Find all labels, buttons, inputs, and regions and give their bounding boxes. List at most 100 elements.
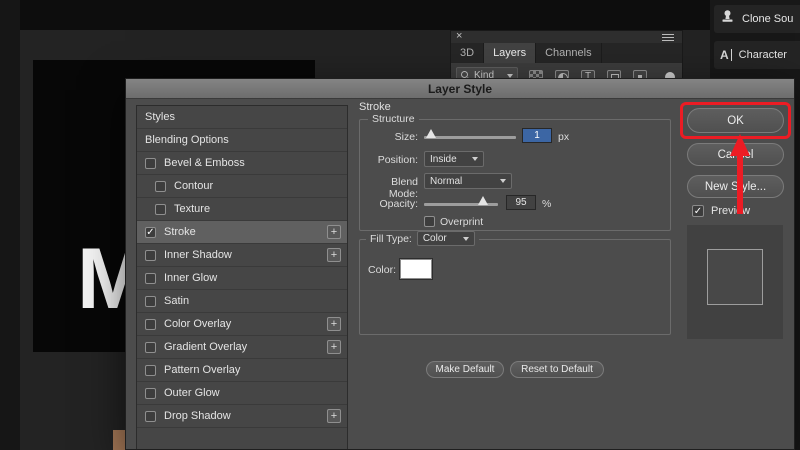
structure-legend: Structure <box>368 113 419 125</box>
panel-menu-icon[interactable] <box>662 34 674 35</box>
opacity-slider-thumb[interactable] <box>478 196 488 205</box>
character-panel-icon: A <box>720 49 732 61</box>
style-item-label: Gradient Overlay <box>164 341 247 353</box>
stroke-color-swatch[interactable] <box>400 259 432 279</box>
style-item-pattern-overlay[interactable]: Pattern Overlay <box>137 359 347 382</box>
panel-close-icon[interactable]: × <box>456 30 462 42</box>
opacity-slider[interactable] <box>424 203 498 206</box>
style-item-label: Inner Shadow <box>164 249 232 261</box>
make-default-label: Make Default <box>436 364 495 375</box>
size-value: 1 <box>534 130 540 141</box>
style-item-label: Bevel & Emboss <box>164 157 245 169</box>
style-item-contour[interactable]: Contour <box>137 175 347 198</box>
style-item-texture[interactable]: Texture <box>137 198 347 221</box>
dialog-titlebar[interactable]: Layer Style <box>126 79 794 99</box>
style-item-gradient-overlay[interactable]: Gradient Overlay + <box>137 336 347 359</box>
add-effect-button[interactable]: + <box>327 409 341 423</box>
dock-item-character[interactable]: A Character <box>714 41 800 69</box>
style-checkbox[interactable] <box>145 319 156 330</box>
preview-thumbnail <box>687 225 783 339</box>
dock-item-label: Character <box>739 49 787 61</box>
dock-item-label: Clone Sou <box>742 13 793 25</box>
color-label: Color: <box>368 264 396 276</box>
style-item-inner-shadow[interactable]: Inner Shadow + <box>137 244 347 267</box>
style-checkbox[interactable] <box>155 204 166 215</box>
style-item-label: Texture <box>174 203 210 215</box>
opacity-input[interactable]: 95 <box>506 195 536 210</box>
style-item-label: Styles <box>145 111 175 123</box>
style-checkbox[interactable] <box>145 342 156 353</box>
tab-3d[interactable]: 3D <box>451 43 484 63</box>
style-item-blending-options[interactable]: Blending Options <box>137 129 347 152</box>
position-value: Inside <box>430 154 457 165</box>
chevron-down-icon <box>500 179 506 183</box>
chevron-down-icon <box>507 74 513 78</box>
style-item-styles[interactable]: Styles <box>137 106 347 129</box>
opacity-unit: % <box>542 198 551 210</box>
style-item-label: Stroke <box>164 226 196 238</box>
size-slider[interactable] <box>424 136 516 139</box>
style-item-drop-shadow[interactable]: Drop Shadow + <box>137 405 347 428</box>
size-unit: px <box>558 131 569 143</box>
cancel-label: Cancel <box>718 149 754 161</box>
style-checkbox[interactable] <box>145 250 156 261</box>
photoshop-screen: M × 3D Layers Channels Kind T <box>0 0 800 450</box>
fill-type-dropdown[interactable]: Color <box>417 231 475 246</box>
style-item-outer-glow[interactable]: Outer Glow <box>137 382 347 405</box>
style-item-inner-glow[interactable]: Inner Glow <box>137 267 347 290</box>
chevron-down-icon <box>463 237 469 241</box>
stroke-preview-square <box>707 249 763 305</box>
overprint-checkbox[interactable] <box>424 216 435 227</box>
preview-label: Preview <box>711 205 750 217</box>
preview-checkbox[interactable]: ✓ <box>692 205 704 217</box>
add-effect-button[interactable]: + <box>327 225 341 239</box>
style-checkbox[interactable] <box>145 296 156 307</box>
blend-mode-dropdown[interactable]: Normal <box>424 173 512 189</box>
stroke-heading: Stroke <box>359 101 391 113</box>
style-item-stroke[interactable]: ✓ Stroke + <box>137 221 347 244</box>
reset-to-default-label: Reset to Default <box>521 364 593 375</box>
opacity-value: 95 <box>515 197 526 208</box>
reset-to-default-button[interactable]: Reset to Default <box>510 361 604 378</box>
dock-item-clone-source[interactable]: Clone Sou <box>714 5 800 33</box>
cancel-button[interactable]: Cancel <box>687 143 784 166</box>
add-effect-button[interactable]: + <box>327 317 341 331</box>
style-item-label: Color Overlay <box>164 318 231 330</box>
position-dropdown[interactable]: Inside <box>424 151 484 167</box>
fill-type-value: Color <box>423 233 447 244</box>
tab-channels[interactable]: Channels <box>536 43 601 63</box>
style-checkbox[interactable] <box>145 273 156 284</box>
style-checkbox[interactable] <box>145 388 156 399</box>
top-bar <box>0 0 800 30</box>
style-checkbox[interactable]: ✓ <box>145 227 156 238</box>
tab-layers[interactable]: Layers <box>484 43 536 63</box>
style-checkbox[interactable] <box>145 365 156 376</box>
size-input[interactable]: 1 <box>522 128 552 143</box>
style-checkbox[interactable] <box>145 411 156 422</box>
make-default-button[interactable]: Make Default <box>426 361 504 378</box>
style-item-satin[interactable]: Satin <box>137 290 347 313</box>
add-effect-button[interactable]: + <box>327 340 341 354</box>
style-item-bevel-emboss[interactable]: Bevel & Emboss <box>137 152 347 175</box>
opacity-label: Opacity: <box>362 198 418 210</box>
position-label: Position: <box>362 154 418 166</box>
style-item-label: Pattern Overlay <box>164 364 240 376</box>
size-slider-thumb[interactable] <box>426 129 436 138</box>
style-item-label: Contour <box>174 180 213 192</box>
clone-stamp-icon <box>720 9 735 29</box>
fill-type-group: Fill Type: Color Color: <box>359 239 671 335</box>
add-effect-button[interactable]: + <box>327 248 341 262</box>
chevron-down-icon <box>472 157 478 161</box>
style-item-color-overlay[interactable]: Color Overlay + <box>137 313 347 336</box>
new-style-button[interactable]: New Style... <box>687 175 784 198</box>
style-checkbox[interactable] <box>145 158 156 169</box>
style-item-label: Drop Shadow <box>164 410 231 422</box>
panel-group-header: × <box>451 31 682 43</box>
style-checkbox[interactable] <box>155 181 166 192</box>
size-label: Size: <box>362 131 418 143</box>
new-style-label: New Style... <box>705 181 766 193</box>
dialog-title: Layer Style <box>428 82 492 96</box>
blend-mode-label: Blend Mode: <box>362 176 418 200</box>
ok-button[interactable]: OK <box>687 108 784 133</box>
panel-tabs: 3D Layers Channels <box>451 43 682 63</box>
